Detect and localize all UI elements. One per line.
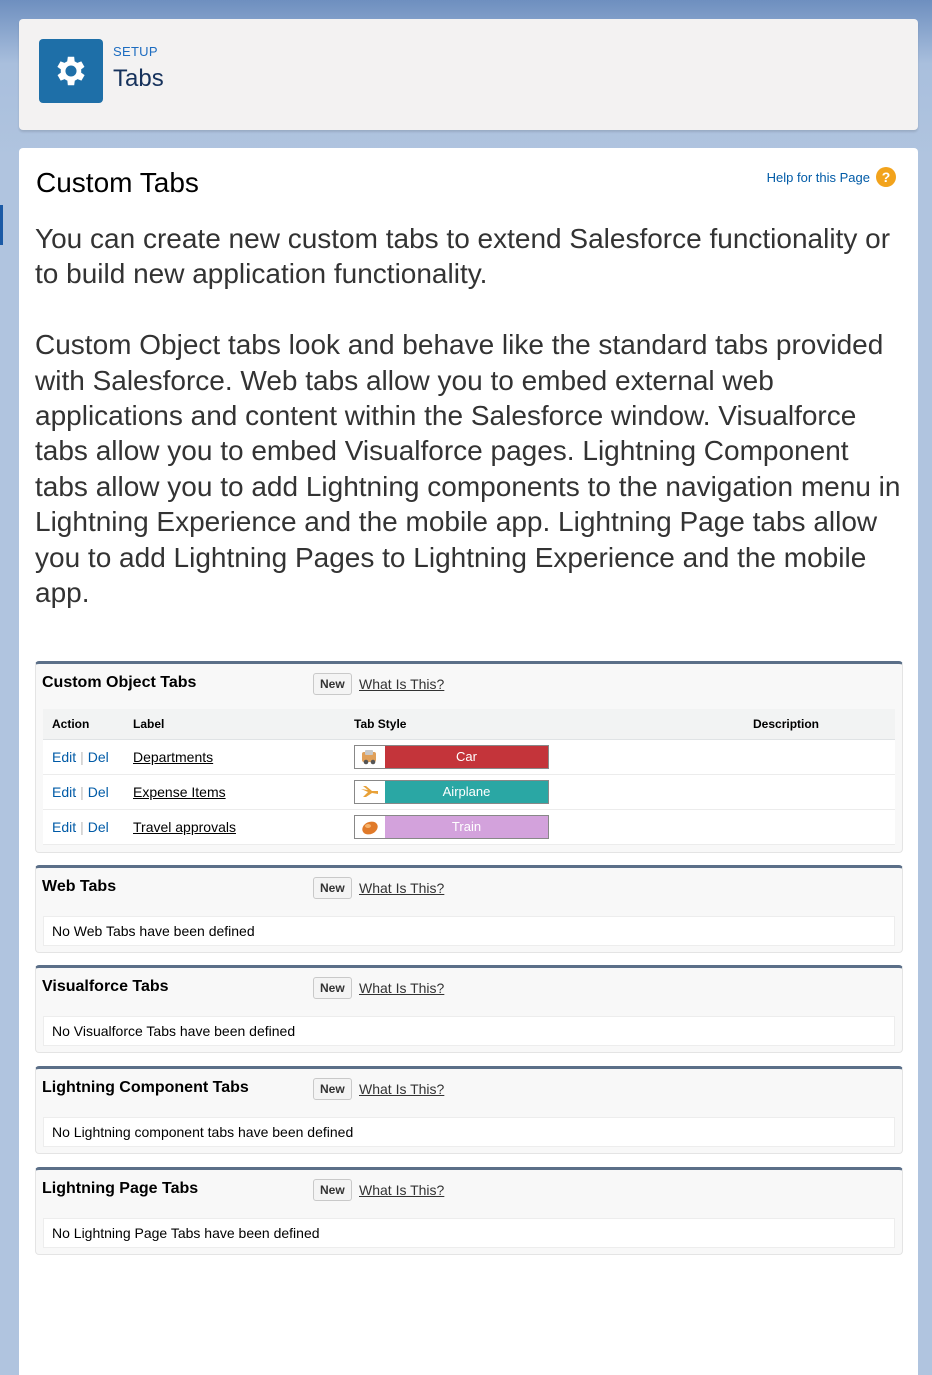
description-cell (744, 774, 895, 810)
delete-link[interactable]: Del (88, 819, 109, 835)
tab-style-name: Train (385, 815, 548, 838)
tab-style-cell: Train (345, 809, 744, 845)
section-title: Web Tabs (42, 878, 117, 895)
page-title: Custom Tabs (36, 167, 199, 198)
page-header-title: Tabs (113, 65, 164, 92)
help-link[interactable]: Help for this Page ? (767, 167, 896, 187)
train-icon (355, 815, 385, 838)
section-title: Lightning Component Tabs (42, 1079, 249, 1096)
empty-message: No Lightning component tabs have been de… (43, 1117, 895, 1147)
column-header-action: Action (43, 709, 124, 740)
new-lightning-component-tab-button[interactable]: New (313, 1078, 352, 1100)
tab-label-link[interactable]: Expense Items (133, 784, 226, 800)
tab-style-name: Car (385, 745, 548, 768)
help-link-label: Help for this Page (766, 169, 870, 185)
tab-style-preview: Airplane (354, 779, 549, 804)
action-cell: Edit | Del (43, 774, 124, 810)
empty-message: No Visualforce Tabs have been defined (43, 1016, 895, 1046)
airplane-icon (355, 780, 385, 803)
tab-style-cell: Car (345, 739, 744, 775)
table-row: Edit | Del Expense Items Airplane (43, 774, 895, 810)
description-cell (744, 739, 895, 775)
intro-paragraph-2: Custom Object tabs look and behave like … (35, 329, 901, 609)
table-header-row: Action Label Tab Style Description (43, 709, 895, 740)
gear-icon (39, 39, 103, 103)
section-title: Custom Object Tabs (42, 674, 197, 691)
column-header-tab-style: Tab Style (345, 709, 744, 740)
table-row: Edit | Del Departments Car (43, 739, 895, 775)
edit-link[interactable]: Edit (52, 819, 76, 835)
action-cell: Edit | Del (43, 809, 124, 845)
section-title: Visualforce Tabs (42, 978, 169, 995)
what-is-this-link[interactable]: What Is This? (359, 880, 444, 896)
header-eyebrow: SETUP (113, 44, 158, 59)
table-row: Edit | Del Travel approvals Train (43, 809, 895, 845)
visualforce-tabs-section: Visualforce Tabs New What Is This? No Vi… (35, 965, 903, 1053)
custom-object-tabs-table: Action Label Tab Style Description Edit |… (43, 709, 895, 845)
edit-link[interactable]: Edit (52, 749, 76, 765)
lightning-page-tabs-section: Lightning Page Tabs New What Is This? No… (35, 1167, 903, 1255)
intro-text: You can create new custom tabs to extend… (35, 221, 905, 646)
section-title: Lightning Page Tabs (42, 1180, 199, 1197)
new-web-tab-button[interactable]: New (313, 877, 352, 899)
new-custom-object-tab-button[interactable]: New (313, 673, 352, 695)
left-edge-marker (0, 205, 3, 245)
tab-label-link[interactable]: Departments (133, 749, 213, 765)
label-cell: Travel approvals (124, 809, 345, 845)
what-is-this-link[interactable]: What Is This? (359, 980, 444, 996)
intro-paragraph-1: You can create new custom tabs to extend… (35, 223, 891, 290)
car-icon (355, 745, 385, 768)
tab-style-cell: Airplane (345, 774, 744, 810)
lightning-component-tabs-section: Lightning Component Tabs New What Is Thi… (35, 1066, 903, 1154)
label-cell: Expense Items (124, 774, 345, 810)
tab-style-name: Airplane (385, 780, 548, 803)
delete-link[interactable]: Del (88, 749, 109, 765)
page-header: SETUP Tabs (19, 19, 918, 130)
help-icon: ? (876, 167, 896, 187)
tab-style-preview: Train (354, 814, 549, 839)
edit-link[interactable]: Edit (52, 784, 76, 800)
action-separator: | (80, 748, 84, 765)
action-cell: Edit | Del (43, 739, 124, 775)
what-is-this-link[interactable]: What Is This? (359, 676, 444, 692)
description-cell (744, 809, 895, 845)
column-header-description: Description (744, 709, 895, 740)
action-separator: | (80, 783, 84, 800)
empty-message: No Lightning Page Tabs have been defined (43, 1218, 895, 1248)
tab-label-link[interactable]: Travel approvals (133, 819, 236, 835)
delete-link[interactable]: Del (88, 784, 109, 800)
empty-message: No Web Tabs have been defined (43, 916, 895, 946)
action-separator: | (80, 818, 84, 835)
what-is-this-link[interactable]: What Is This? (359, 1182, 444, 1198)
tab-style-preview: Car (354, 744, 549, 769)
label-cell: Departments (124, 739, 345, 775)
main-content: Custom Tabs Help for this Page ? You can… (19, 148, 918, 1375)
new-lightning-page-tab-button[interactable]: New (313, 1179, 352, 1201)
what-is-this-link[interactable]: What Is This? (359, 1081, 444, 1097)
custom-object-tabs-section: Custom Object Tabs New What Is This? Act… (35, 661, 903, 853)
web-tabs-section: Web Tabs New What Is This? No Web Tabs h… (35, 865, 903, 953)
column-header-label: Label (124, 709, 345, 740)
new-visualforce-tab-button[interactable]: New (313, 977, 352, 999)
